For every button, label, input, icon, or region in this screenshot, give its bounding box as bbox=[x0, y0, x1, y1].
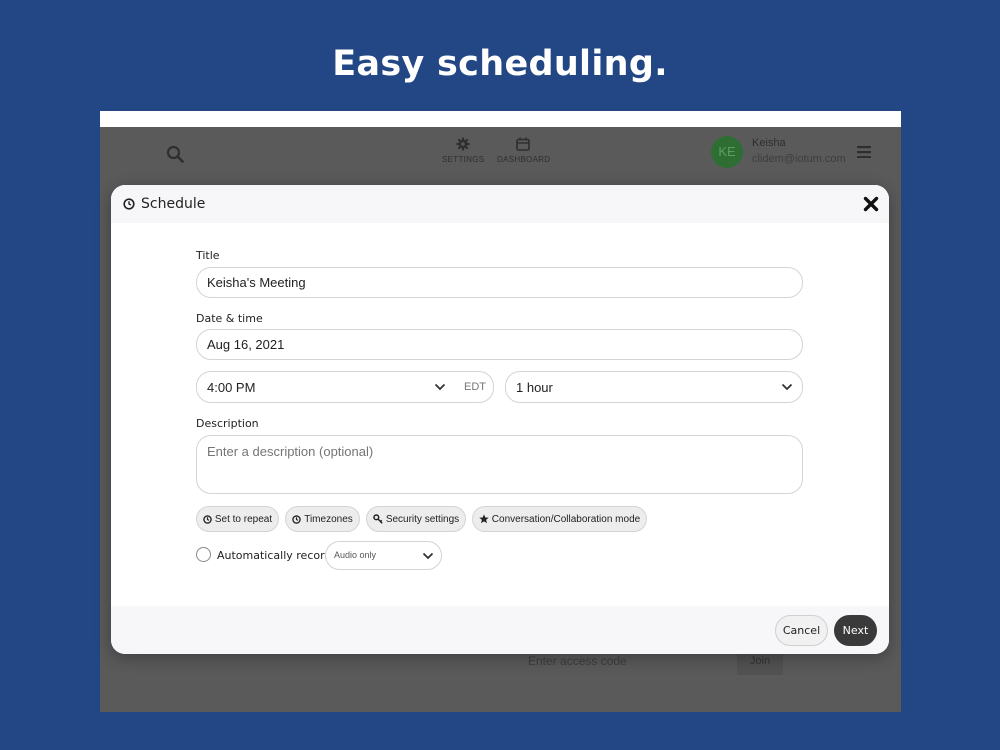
record-option-value: Audio only bbox=[334, 550, 377, 560]
title-label: Title bbox=[196, 249, 220, 262]
next-button[interactable]: Next bbox=[834, 615, 877, 646]
key-icon bbox=[373, 514, 383, 524]
chevron-down-icon bbox=[434, 383, 446, 391]
description-label: Description bbox=[196, 417, 259, 430]
set-to-repeat-label: Set to repeat bbox=[214, 513, 273, 525]
datetime-label: Date & time bbox=[196, 312, 263, 325]
duration-select[interactable]: 1 hour bbox=[505, 371, 803, 403]
access-code-placeholder: Enter access code bbox=[528, 654, 627, 668]
description-wrapper bbox=[196, 435, 803, 494]
auto-record-radio[interactable] bbox=[196, 547, 211, 562]
date-input[interactable] bbox=[207, 337, 802, 352]
auto-record-label: Automatically record bbox=[217, 549, 332, 562]
chevron-down-icon bbox=[422, 552, 434, 560]
nav-settings[interactable]: SETTINGS bbox=[442, 137, 484, 164]
nav-dashboard-label: DASHBOARD bbox=[497, 155, 551, 164]
app-header: SETTINGS DASHBOARD KE Keisha clidem@iotu… bbox=[100, 127, 901, 187]
close-icon[interactable] bbox=[863, 196, 879, 212]
chevron-down-icon bbox=[781, 383, 793, 391]
calendar-icon bbox=[516, 137, 530, 151]
conversation-mode-label: Conversation/Collaboration mode bbox=[491, 513, 641, 525]
timezone-abbr: EDT bbox=[464, 381, 486, 393]
user-email: clidem@iotum.com bbox=[752, 153, 846, 165]
description-input[interactable] bbox=[207, 444, 802, 484]
search-icon[interactable] bbox=[166, 145, 184, 163]
clock-icon bbox=[203, 514, 212, 524]
title-input-wrapper bbox=[196, 267, 803, 298]
page-headline: Easy scheduling. bbox=[332, 44, 668, 84]
timezones-button[interactable]: Timezones bbox=[285, 506, 360, 532]
star-icon bbox=[479, 514, 489, 524]
modal-footer bbox=[111, 606, 889, 654]
user-name: Keisha bbox=[752, 137, 786, 149]
time-value: 4:00 PM bbox=[207, 379, 256, 395]
set-to-repeat-button[interactable]: Set to repeat bbox=[196, 506, 279, 532]
timezones-label: Timezones bbox=[304, 513, 353, 525]
duration-value: 1 hour bbox=[516, 379, 553, 395]
modal-title: Schedule bbox=[141, 196, 206, 212]
frame-top-bar bbox=[100, 111, 901, 127]
nav-dashboard[interactable]: DASHBOARD bbox=[497, 137, 551, 164]
cancel-button[interactable]: Cancel bbox=[775, 615, 828, 646]
clock-icon bbox=[292, 514, 301, 524]
clock-icon bbox=[123, 198, 135, 210]
security-settings-label: Security settings bbox=[385, 513, 460, 525]
schedule-modal: Schedule Title Date & time 4:00 PM EDT 1… bbox=[111, 185, 889, 654]
date-input-wrapper bbox=[196, 329, 803, 360]
title-input[interactable] bbox=[207, 275, 802, 290]
gear-icon bbox=[456, 137, 470, 151]
hamburger-menu-icon[interactable] bbox=[857, 146, 871, 158]
avatar[interactable]: KE bbox=[711, 136, 743, 168]
modal-header: Schedule bbox=[111, 185, 889, 223]
security-settings-button[interactable]: Security settings bbox=[366, 506, 466, 532]
conversation-mode-button[interactable]: Conversation/Collaboration mode bbox=[472, 506, 647, 532]
time-select[interactable]: 4:00 PM bbox=[196, 371, 494, 403]
nav-settings-label: SETTINGS bbox=[442, 155, 485, 164]
